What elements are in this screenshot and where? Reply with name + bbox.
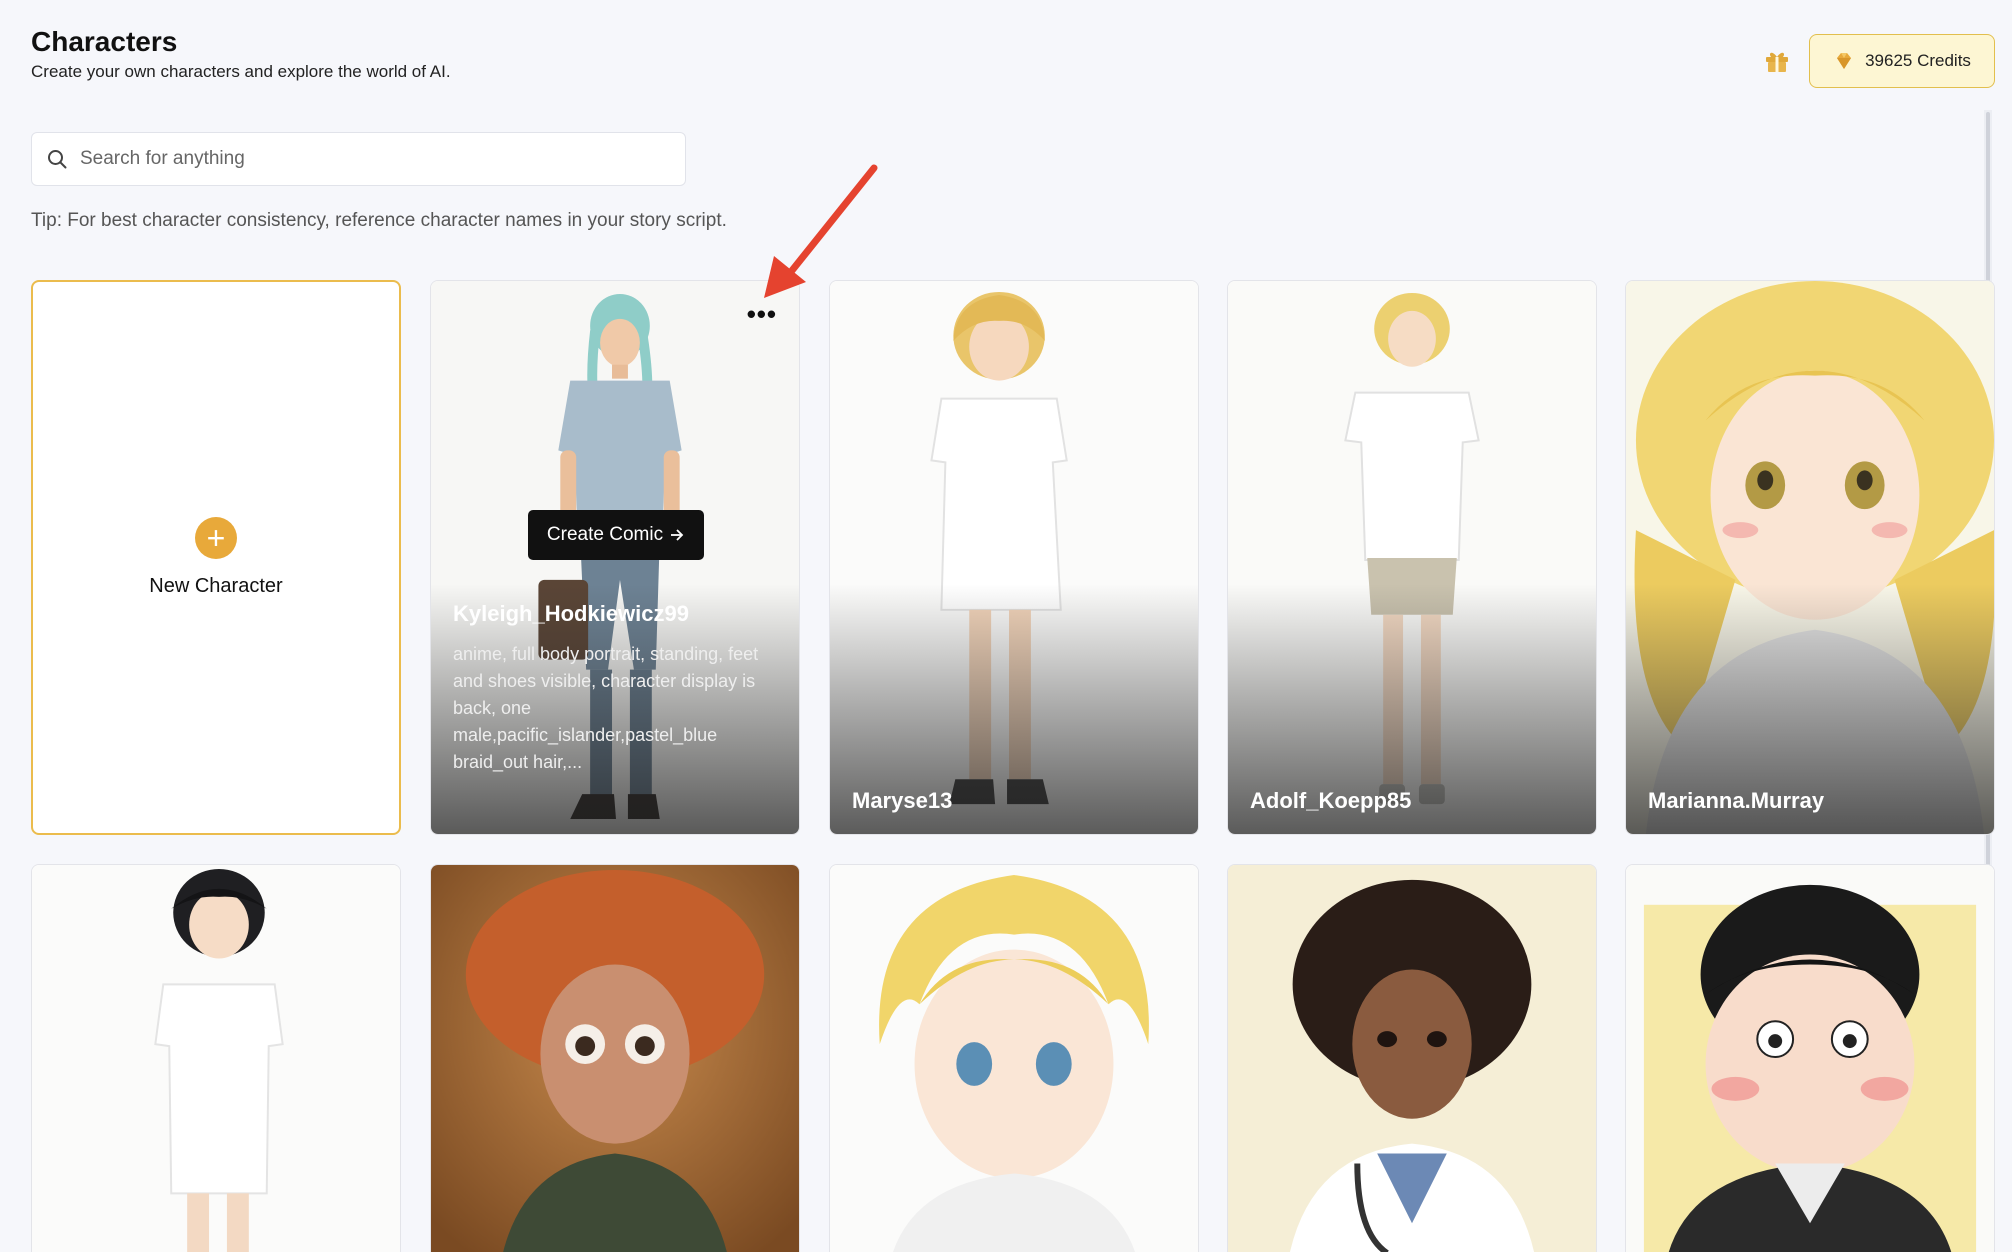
- character-description: anime, full body portrait, standing, fee…: [453, 644, 759, 772]
- more-options-icon[interactable]: •••: [747, 301, 777, 327]
- create-comic-button[interactable]: Create Comic: [528, 510, 704, 560]
- character-portrait: [431, 865, 799, 1252]
- arrow-right-icon: [671, 529, 684, 541]
- character-card[interactable]: [31, 864, 401, 1252]
- character-name: Kyleigh_Hodkiewicz99: [453, 601, 689, 626]
- character-portrait: [1228, 865, 1596, 1252]
- character-card-maryse13[interactable]: Maryse13: [829, 280, 1199, 835]
- character-card[interactable]: [430, 864, 800, 1252]
- plus-icon: +: [195, 517, 237, 559]
- search-bar[interactable]: [31, 132, 686, 186]
- character-portrait: [830, 865, 1198, 1252]
- new-character-card[interactable]: + New Character: [31, 280, 401, 835]
- credits-button[interactable]: 39625 Credits: [1809, 34, 1995, 88]
- character-card[interactable]: [1625, 864, 1995, 1252]
- character-name: Adolf_Koepp85: [1250, 788, 1412, 813]
- character-card[interactable]: [1227, 864, 1597, 1252]
- gift-icon[interactable]: [1764, 48, 1790, 74]
- character-name: Marianna.Murray: [1648, 788, 1825, 813]
- search-icon: [48, 150, 67, 169]
- create-comic-label: Create Comic: [546, 524, 664, 545]
- character-card-marianna-murray[interactable]: Marianna.Murray: [1625, 280, 1995, 835]
- character-card[interactable]: [829, 864, 1199, 1252]
- tip-text: Tip: For best character consistency, ref…: [31, 210, 727, 231]
- credits-label: 39625 Credits: [1865, 51, 1971, 70]
- search-input[interactable]: [80, 148, 670, 170]
- page-subtitle: Create your own characters and explore t…: [31, 62, 451, 81]
- character-card-kyleigh[interactable]: ••• Create Comic Kyleigh_Hodkiewicz99 an…: [430, 280, 800, 835]
- new-character-label: New Character: [149, 575, 283, 597]
- character-portrait: [1626, 865, 1994, 1252]
- character-name: Maryse13: [852, 788, 953, 813]
- annotation-arrow: [764, 164, 878, 298]
- page-title: Characters: [31, 26, 178, 57]
- character-card-adolf-koepp85[interactable]: Adolf_Koepp85: [1227, 280, 1597, 835]
- diamond-icon: [1837, 53, 1852, 69]
- character-portrait: [32, 865, 400, 1252]
